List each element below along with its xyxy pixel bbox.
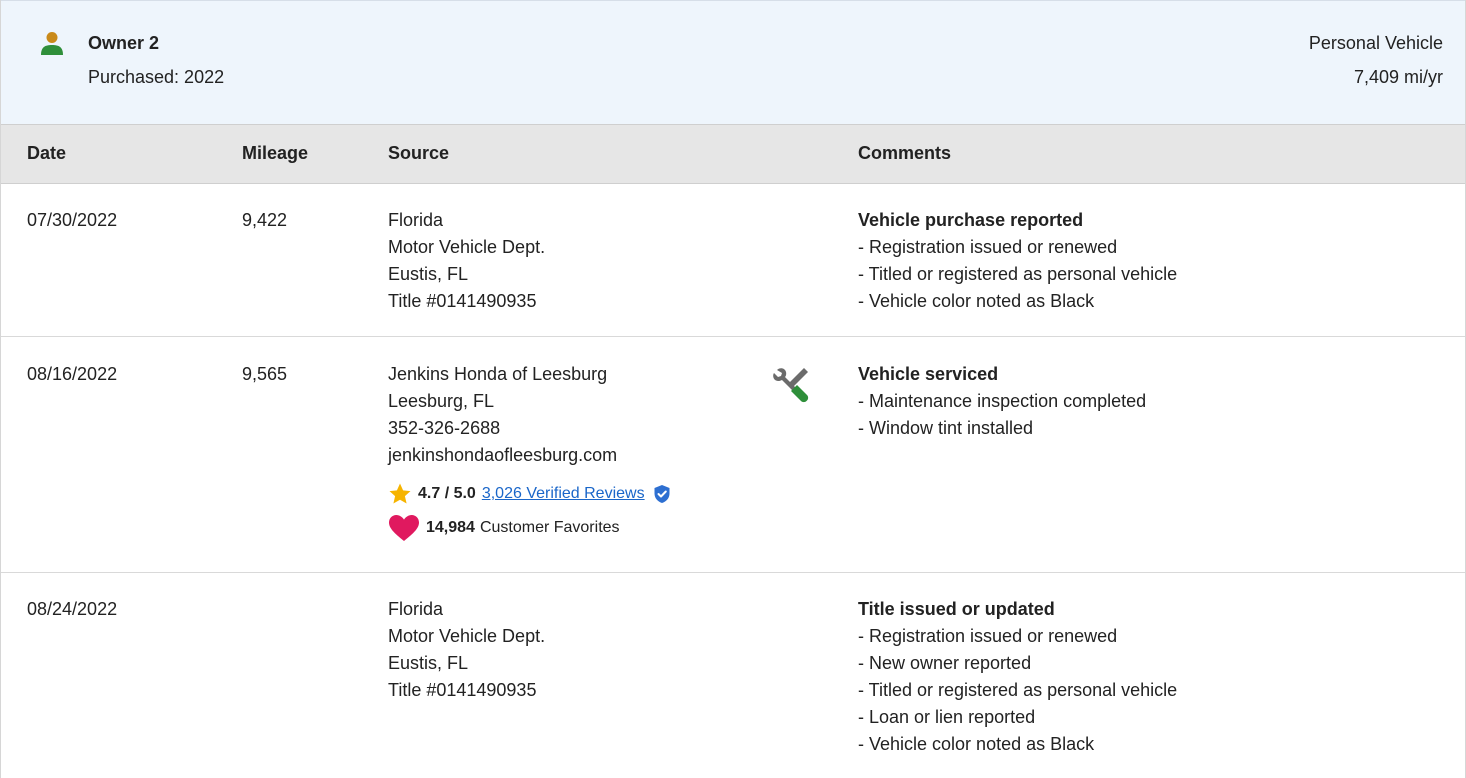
table-row: 08/24/2022 Florida Motor Vehicle Dept. E…: [1, 573, 1465, 778]
owner-vehicle-type: Personal Vehicle: [1308, 33, 1443, 53]
vehicle-history-card: Owner 2 Purchased: 2022 Personal Vehicle…: [0, 0, 1466, 778]
row-source: Florida Motor Vehicle Dept. Eustis, FL T…: [388, 596, 545, 704]
row-mileage: 9,422: [242, 210, 288, 230]
comment-line: - Loan or lien reported: [858, 707, 1036, 727]
source-line: Florida: [388, 210, 444, 230]
comment-title: Vehicle serviced: [858, 364, 999, 384]
owner-title: Owner 2: [88, 33, 160, 53]
source-line: Eustis, FL: [388, 653, 469, 673]
row-source: Jenkins Honda of Leesburg Leesburg, FL 3…: [388, 361, 617, 469]
header-date: Date: [27, 143, 67, 163]
dealer-rating: 4.7 / 5.0 3,026 Verified Reviews: [388, 481, 671, 507]
comment-line: - Registration issued or renewed: [858, 237, 1118, 257]
row-comments: Title issued or updated - Registration i…: [858, 596, 1177, 758]
table-header: Date Mileage Source Comments: [1, 124, 1465, 184]
verified-reviews-link[interactable]: 3,026 Verified Reviews: [482, 485, 645, 503]
table-row: 08/16/2022 9,565 Jenkins Honda of Leesbu…: [1, 337, 1465, 573]
heart-icon: [389, 515, 419, 541]
comment-line: - Titled or registered as personal vehic…: [858, 264, 1178, 284]
source-line: Eustis, FL: [388, 264, 469, 284]
verified-shield-icon: [654, 485, 670, 503]
row-date: 07/30/2022: [27, 210, 118, 230]
rating-value: 4.7 / 5.0: [418, 485, 476, 502]
row-date: 08/24/2022: [27, 599, 118, 619]
source-line: Motor Vehicle Dept.: [388, 237, 546, 257]
row-date: 08/16/2022: [27, 364, 118, 384]
comment-line: - Window tint installed: [858, 418, 1034, 438]
header-comments: Comments: [858, 143, 952, 163]
comment-title: Vehicle purchase reported: [858, 210, 1084, 230]
person-icon: [41, 32, 63, 55]
owner-purchased: Purchased: 2022: [88, 67, 225, 87]
row-mileage: 9,565: [242, 364, 288, 384]
dealer-website: jenkinshondaofleesburg.com: [388, 445, 618, 465]
comment-line: - Maintenance inspection completed: [858, 391, 1147, 411]
comment-title: Title issued or updated: [858, 599, 1055, 619]
table-row: 07/30/2022 9,422 Florida Motor Vehicle D…: [1, 184, 1465, 337]
source-line: Title #0141490935: [388, 680, 537, 700]
source-line: Florida: [388, 599, 444, 619]
owner-miles-per-year: 7,409 mi/yr: [1353, 67, 1443, 87]
row-comments: Vehicle purchase reported - Registration…: [858, 207, 1177, 315]
comment-line: - New owner reported: [858, 653, 1032, 673]
dealer-phone: 352-326-2688: [388, 418, 501, 438]
dealer-location: Leesburg, FL: [388, 391, 495, 411]
favorites-count: 14,984: [426, 519, 475, 536]
favorites-label: Customer Favorites: [479, 519, 620, 536]
comment-line: - Vehicle color noted as Black: [858, 291, 1095, 311]
source-line: Title #0141490935: [388, 291, 537, 311]
header-source: Source: [388, 143, 450, 163]
source-line: Motor Vehicle Dept.: [388, 626, 546, 646]
comment-line: - Registration issued or renewed: [858, 626, 1118, 646]
header-mileage: Mileage: [242, 143, 309, 163]
comment-line: - Vehicle color noted as Black: [858, 734, 1095, 754]
dealer-name: Jenkins Honda of Leesburg: [388, 364, 608, 384]
comment-line: - Titled or registered as personal vehic…: [858, 680, 1178, 700]
owner-header: Owner 2 Purchased: 2022 Personal Vehicle…: [1, 0, 1465, 124]
row-source: Florida Motor Vehicle Dept. Eustis, FL T…: [388, 207, 545, 315]
customer-favorites: 14,984 Customer Favorites: [388, 515, 620, 541]
star-icon: [389, 483, 411, 504]
row-comments: Vehicle serviced - Maintenance inspectio…: [858, 361, 1146, 442]
service-tools-icon: [773, 368, 809, 403]
